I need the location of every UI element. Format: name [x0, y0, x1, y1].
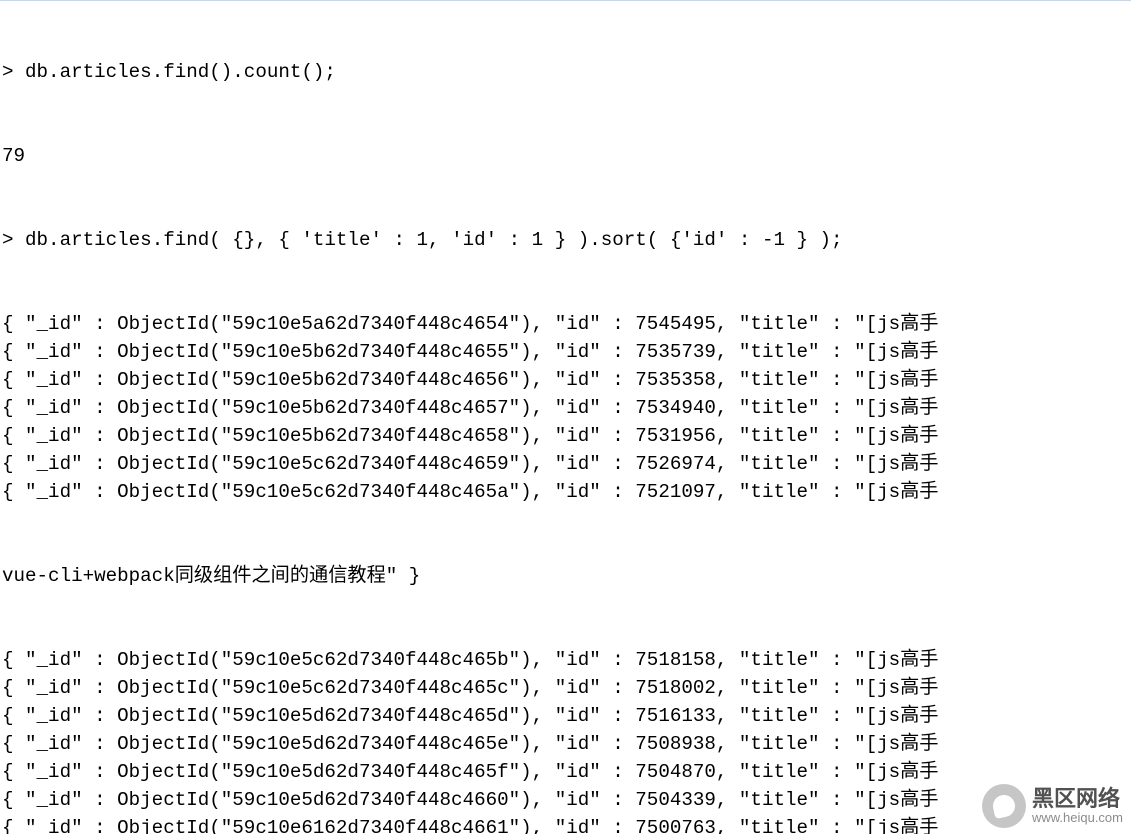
result-row: { "_id" : ObjectId("59c10e5b62d7340f448c…	[2, 422, 1131, 450]
count-result: 79	[2, 142, 1131, 170]
prompt: >	[2, 61, 14, 83]
result-row: { "_id" : ObjectId("59c10e5b62d7340f448c…	[2, 338, 1131, 366]
command-line: > db.articles.find().count();	[2, 58, 1131, 86]
result-row: { "_id" : ObjectId("59c10e5d62d7340f448c…	[2, 702, 1131, 730]
watermark-logo-icon	[982, 784, 1026, 828]
result-row: { "_id" : ObjectId("59c10e5a62d7340f448c…	[2, 310, 1131, 338]
command-count: db.articles.find().count();	[25, 61, 336, 83]
command-query: db.articles.find( {}, { 'title' : 1, 'id…	[25, 229, 843, 251]
result-row: { "_id" : ObjectId("59c10e5b62d7340f448c…	[2, 366, 1131, 394]
terminal-output[interactable]: > db.articles.find().count(); 79 > db.ar…	[0, 0, 1131, 834]
result-row: { "_id" : ObjectId("59c10e5d62d7340f448c…	[2, 786, 1131, 814]
command-line: > db.articles.find( {}, { 'title' : 1, '…	[2, 226, 1131, 254]
result-row: { "_id" : ObjectId("59c10e5d62d7340f448c…	[2, 730, 1131, 758]
result-row: { "_id" : ObjectId("59c10e5b62d7340f448c…	[2, 394, 1131, 422]
watermark-url: www.heiqu.com	[1032, 810, 1123, 825]
wrapped-line: vue-cli+webpack同级组件之间的通信教程" }	[2, 562, 1131, 590]
watermark-title: 黑区网络	[1032, 788, 1123, 810]
result-row: { "_id" : ObjectId("59c10e6162d7340f448c…	[2, 814, 1131, 834]
result-row: { "_id" : ObjectId("59c10e5c62d7340f448c…	[2, 646, 1131, 674]
result-row: { "_id" : ObjectId("59c10e5c62d7340f448c…	[2, 478, 1131, 506]
result-row: { "_id" : ObjectId("59c10e5c62d7340f448c…	[2, 674, 1131, 702]
watermark: 黑区网络 www.heiqu.com	[982, 784, 1123, 828]
result-row: { "_id" : ObjectId("59c10e5c62d7340f448c…	[2, 450, 1131, 478]
result-row: { "_id" : ObjectId("59c10e5d62d7340f448c…	[2, 758, 1131, 786]
prompt: >	[2, 229, 14, 251]
